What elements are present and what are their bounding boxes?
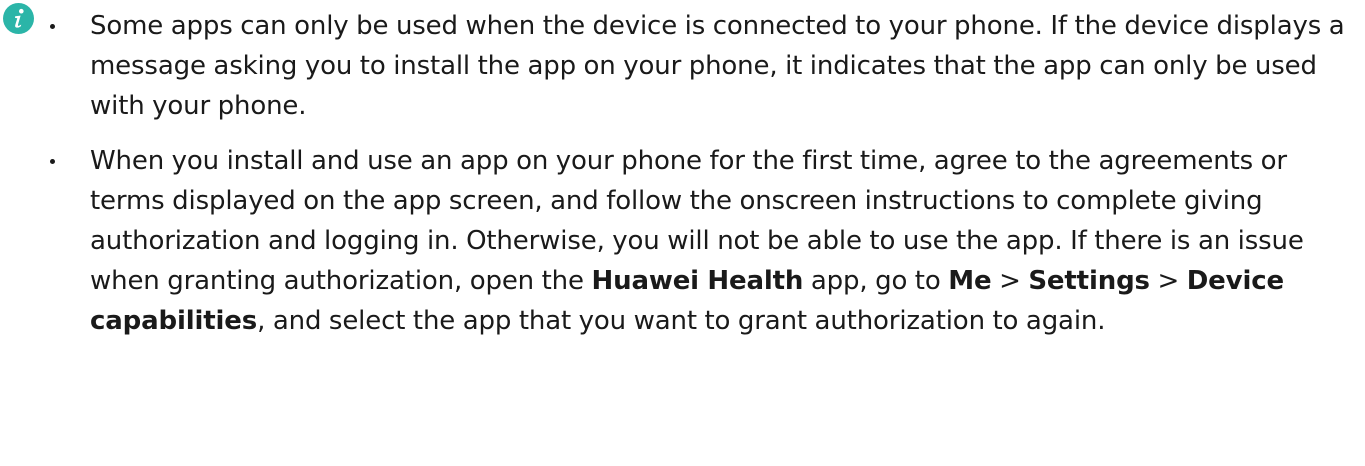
app-name-huawei-health: Huawei Health xyxy=(591,266,804,296)
note-bullet-list: Some apps can only be used when the devi… xyxy=(50,6,1360,341)
bullet-dot xyxy=(50,159,55,164)
list-item-text: app, go to xyxy=(803,266,949,296)
menu-path-settings: Settings xyxy=(1028,266,1150,296)
menu-path-me: Me xyxy=(948,266,992,296)
info-icon xyxy=(3,3,34,34)
list-item-text: , and select the app that you want to gr… xyxy=(257,306,1106,336)
bullet-dot xyxy=(50,24,55,29)
path-separator: > xyxy=(1149,266,1187,296)
list-item: When you install and use an app on your … xyxy=(50,141,1360,341)
list-item: Some apps can only be used when the devi… xyxy=(50,6,1360,126)
info-note: Some apps can only be used when the devi… xyxy=(0,0,1365,466)
path-separator: > xyxy=(991,266,1029,296)
list-item-text: Some apps can only be used when the devi… xyxy=(90,11,1345,121)
